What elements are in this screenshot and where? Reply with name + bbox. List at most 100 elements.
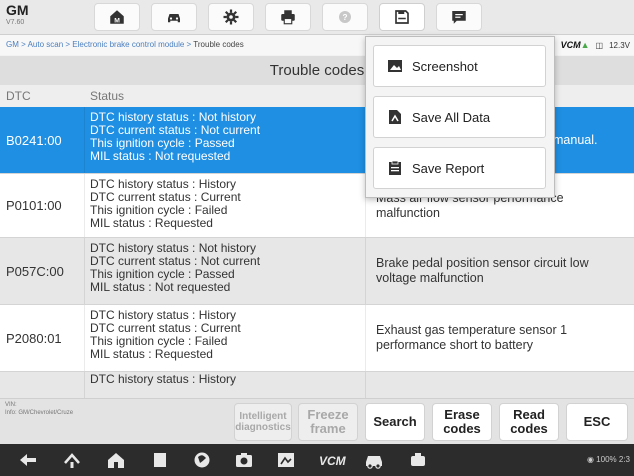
- read-codes-button[interactable]: Read codes: [499, 403, 559, 441]
- settings-button[interactable]: [208, 3, 254, 31]
- button-label: Freeze: [307, 407, 349, 422]
- function-bar: VIN: Info: GM/Chevrolet/Cruze Intelligen…: [0, 398, 634, 445]
- status-line: MIL status : Requested: [90, 216, 213, 230]
- vehicle-icon: [168, 14, 180, 23]
- vcm-status: VCM▲: [561, 40, 590, 50]
- message-icon: [452, 11, 466, 24]
- home-nav-icon: [108, 453, 124, 468]
- dtc-status: DTC history status : Not history DTC cur…: [90, 111, 260, 163]
- dtc-description: Exhaust gas temperature sensor 1 perform…: [376, 323, 568, 352]
- recent-apps-button[interactable]: [148, 449, 172, 471]
- erase-codes-button[interactable]: Erase codes: [432, 403, 492, 441]
- save-menu: Screenshot Save All Data Save Report: [365, 36, 555, 198]
- vcm-connected-icon: ▲: [580, 40, 590, 50]
- esc-button[interactable]: ESC: [566, 403, 628, 441]
- button-label: diagnostics: [235, 422, 291, 433]
- battery-voltage: 12.3V: [609, 40, 630, 50]
- save-report-menu-item[interactable]: Save Report: [373, 147, 546, 189]
- save-all-data-label: Save All Data: [412, 109, 491, 125]
- dtc-description: manual.: [553, 132, 598, 147]
- screenshot-label: Screenshot: [412, 58, 478, 74]
- save-all-data-menu-item[interactable]: Save All Data: [373, 96, 546, 138]
- button-label: codes: [443, 421, 481, 436]
- search-button[interactable]: Search: [365, 403, 425, 441]
- dtc-description: Brake pedal position sensor circuit low …: [376, 256, 589, 285]
- wifi-icon: ◉: [586, 455, 594, 464]
- column-header-dtc: DTC: [6, 89, 31, 103]
- chevron-up-icon: [64, 453, 80, 468]
- dtc-code: P0101:00: [6, 198, 62, 213]
- document-icon: [389, 110, 401, 124]
- system-nav-bar: VCM ◉ 100% 2:3: [0, 444, 634, 476]
- system-status: ◉ 100% 2:3: [587, 444, 630, 476]
- camera-button[interactable]: [232, 449, 256, 471]
- button-label: Intelligent: [239, 411, 287, 422]
- vcm-icon: VCM: [319, 454, 346, 468]
- vehicle-info: VIN: Info: GM/Chevrolet/Cruze: [5, 401, 73, 417]
- svg-text:M: M: [114, 17, 120, 24]
- back-icon: [20, 454, 36, 466]
- back-button[interactable]: [16, 449, 40, 471]
- home-nav-button[interactable]: [104, 449, 128, 471]
- message-button[interactable]: [436, 3, 482, 31]
- status-line: MIL status : Requested: [90, 347, 213, 361]
- report-icon: [389, 160, 401, 175]
- dtc-code: P057C:00: [6, 263, 64, 279]
- remote-icon: [411, 453, 425, 466]
- screenshot-menu-item[interactable]: Screenshot: [373, 45, 546, 87]
- print-button[interactable]: [265, 3, 311, 31]
- help-icon: ?: [339, 11, 351, 23]
- save-button[interactable]: [379, 3, 425, 31]
- browser-button[interactable]: [190, 449, 214, 471]
- clock: 2:3: [618, 455, 630, 464]
- car-icon: [366, 456, 382, 469]
- svg-text:?: ?: [342, 13, 347, 22]
- image-icon: [388, 60, 402, 72]
- table-row[interactable]: P2080:01 DTC history status : History DT…: [0, 305, 634, 372]
- print-icon: [281, 10, 295, 25]
- vehicle-info-text: Info: GM/Chevrolet/Cruze: [5, 410, 74, 416]
- dtc-status: DTC history status : History: [90, 373, 236, 386]
- button-label: codes: [510, 421, 548, 436]
- status-line: DTC history status : History: [90, 372, 237, 386]
- app-brand: GM V7.60: [6, 3, 29, 26]
- svg-text:VCM: VCM: [319, 454, 346, 468]
- help-button[interactable]: ?: [322, 3, 368, 31]
- column-header-status: Status: [90, 89, 125, 103]
- car-app-button[interactable]: [362, 449, 386, 471]
- dtc-code: B0241:00: [6, 132, 62, 148]
- recent-apps-icon: [154, 453, 166, 467]
- vin-label: VIN:: [5, 402, 17, 408]
- home-button[interactable]: M: [94, 3, 140, 31]
- button-label: Erase: [444, 407, 480, 422]
- remote-app-button[interactable]: [406, 449, 430, 471]
- camera-icon: [236, 453, 252, 467]
- dtc-status: DTC history status : History DTC current…: [90, 178, 241, 230]
- screen-capture-icon: [278, 453, 294, 467]
- freeze-frame-button[interactable]: Freeze frame: [298, 403, 358, 441]
- intelligent-diagnostics-button[interactable]: Intelligent diagnostics: [234, 403, 292, 441]
- button-label: frame: [310, 421, 346, 436]
- battery-level: 100%: [596, 455, 617, 464]
- table-row[interactable]: P057C:00 DTC history status : Not histor…: [0, 238, 634, 305]
- save-report-label: Save Report: [412, 160, 485, 176]
- app-version: V7.60: [6, 19, 25, 26]
- up-button[interactable]: [60, 449, 84, 471]
- vehicle-button[interactable]: [151, 3, 197, 31]
- button-label: Read: [513, 407, 545, 422]
- battery-voltage-icon: ◫: [595, 40, 604, 50]
- dtc-status: DTC history status : Not history DTC cur…: [90, 242, 260, 294]
- app-title: GM: [6, 2, 29, 18]
- vcm-button[interactable]: VCM: [318, 449, 346, 471]
- browser-icon: [194, 452, 210, 468]
- connection-status: VCM▲ ◫ 12.3V: [561, 35, 630, 55]
- vcm-label: VCM: [560, 40, 581, 50]
- breadcrumb-current: Trouble codes: [193, 40, 244, 49]
- breadcrumb-path[interactable]: GM > Auto scan > Electronic brake contro…: [6, 40, 193, 49]
- dtc-status: DTC history status : History DTC current…: [90, 309, 241, 361]
- dtc-code: P2080:01: [6, 330, 62, 346]
- status-line: MIL status : Not requested: [90, 149, 231, 163]
- settings-icon: [223, 9, 239, 25]
- screen-capture-button[interactable]: [274, 449, 298, 471]
- top-toolbar: GM V7.60 M ?: [0, 0, 634, 35]
